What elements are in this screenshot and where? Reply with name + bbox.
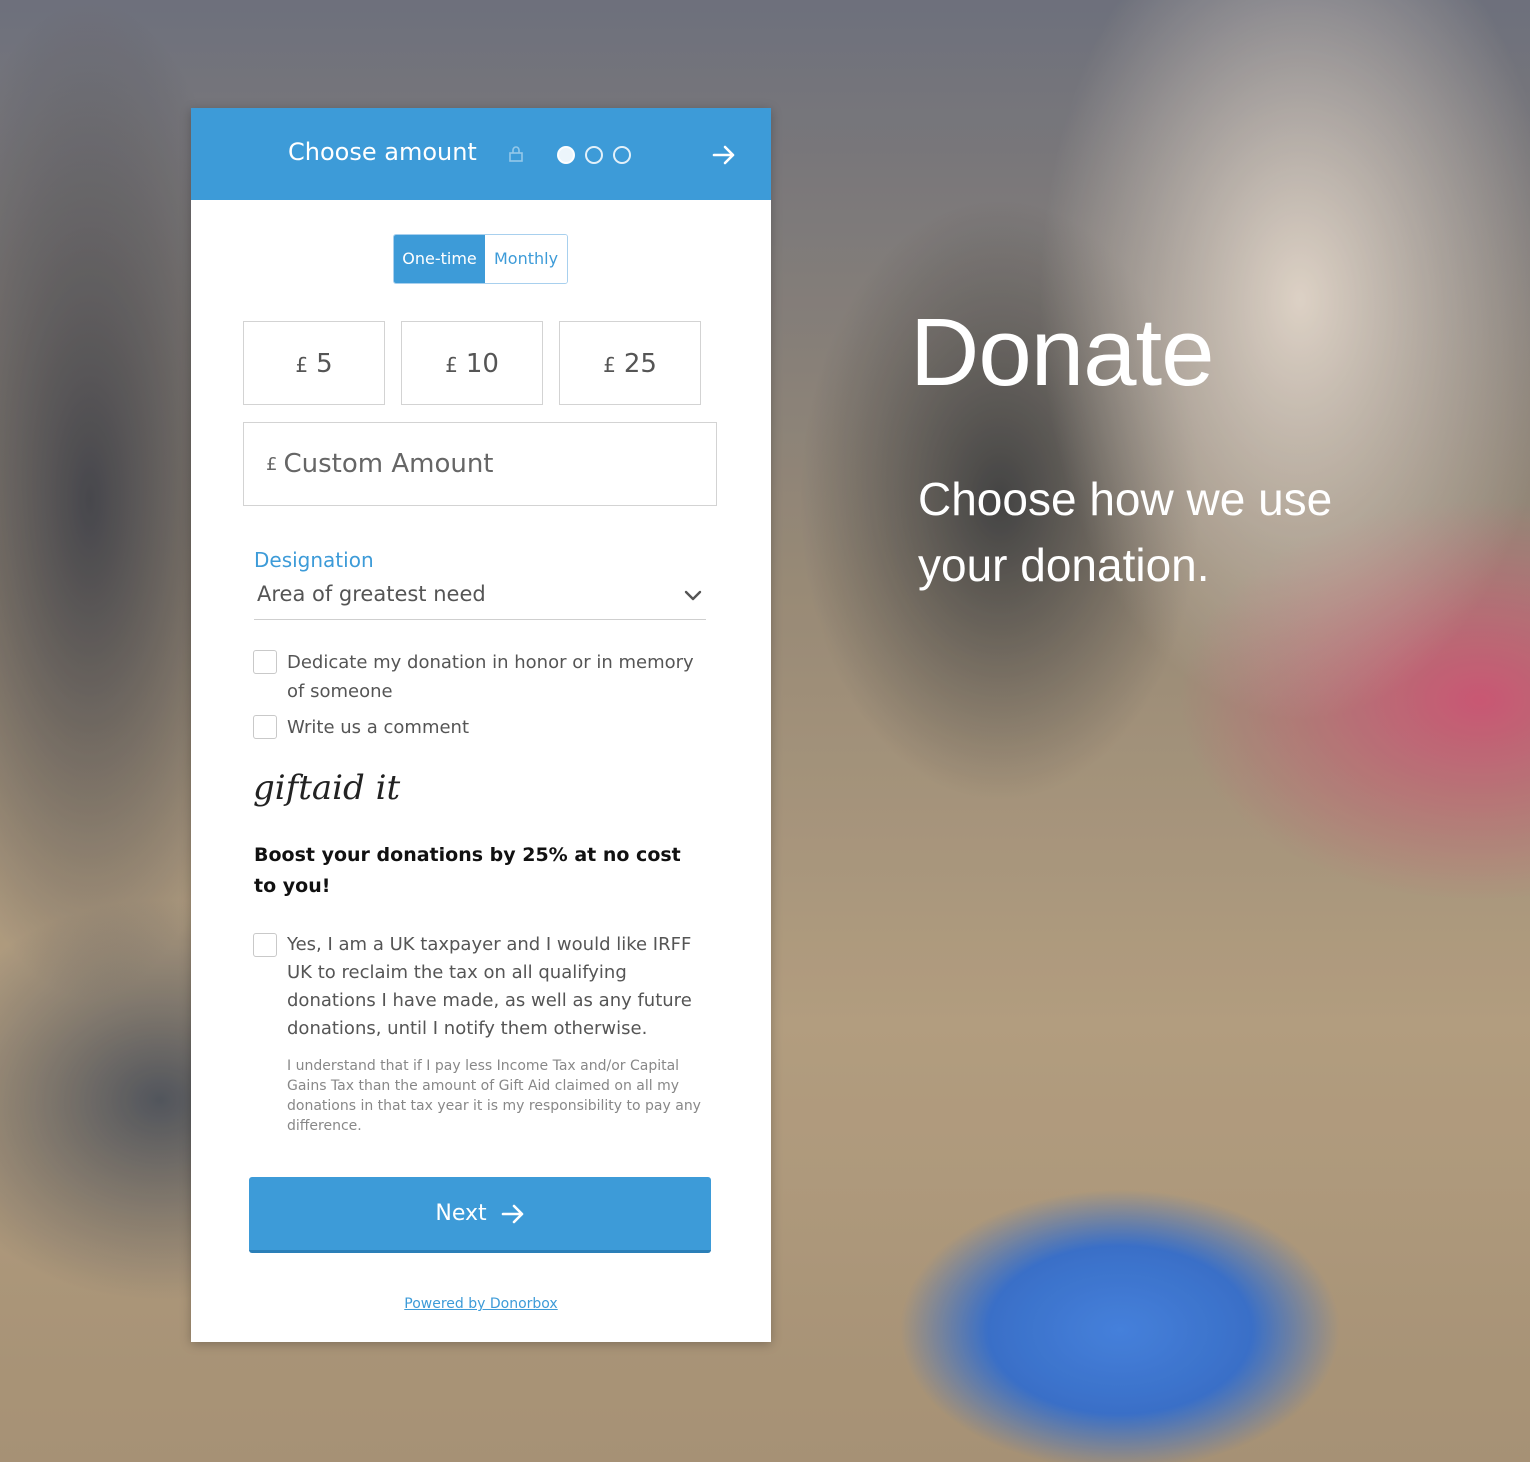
step-dot-3	[613, 146, 631, 164]
powered-by-link[interactable]: Powered by Donorbox	[191, 1296, 771, 1312]
giftaid-consent-label: Yes, I am a UK taxpayer and I would like…	[287, 934, 692, 1039]
dedicate-option: Dedicate my donation in honor or in memo…	[253, 648, 703, 706]
form-header: Choose amount	[191, 108, 771, 200]
step-dot-2	[585, 146, 603, 164]
donation-form: Choose amount One-time Monthly £5 £10 £2…	[191, 108, 771, 1342]
next-label: Next	[435, 1201, 487, 1226]
designation-value: Area of greatest need	[257, 582, 486, 606]
giftaid-logo: giftaid it	[253, 768, 401, 808]
currency-symbol: £	[445, 353, 458, 377]
next-button[interactable]: Next	[249, 1177, 711, 1253]
frequency-toggle: One-time Monthly	[393, 234, 568, 284]
amount-button-2[interactable]: £10	[401, 321, 543, 405]
comment-option: Write us a comment	[253, 713, 703, 742]
one-time-button[interactable]: One-time	[394, 235, 485, 283]
lock-icon	[509, 146, 523, 162]
currency-symbol: £	[295, 353, 309, 377]
currency-symbol: £	[603, 353, 616, 377]
amount-button-1[interactable]: £5	[243, 321, 385, 405]
comment-checkbox[interactable]	[253, 715, 277, 739]
custom-amount-field: £	[243, 422, 717, 506]
step-dot-1	[557, 146, 575, 164]
chevron-down-icon	[684, 590, 702, 601]
hero-title: Donate	[910, 299, 1215, 406]
custom-amount-input[interactable]	[283, 449, 684, 479]
giftaid-disclaimer: I understand that if I pay less Income T…	[287, 1058, 701, 1134]
giftaid-checkbox[interactable]	[253, 933, 277, 957]
dedicate-label: Dedicate my donation in honor or in memo…	[287, 652, 694, 702]
designation-label: Designation	[254, 548, 374, 572]
dedicate-checkbox[interactable]	[253, 650, 277, 674]
giftaid-boost-text: Boost your donations by 25% at no cost t…	[254, 844, 681, 897]
comment-label: Write us a comment	[287, 717, 470, 738]
hero-subtitle: Choose how we use your donation.	[918, 472, 1333, 591]
amount-value: 25	[623, 349, 657, 379]
step-indicator	[557, 146, 631, 164]
giftaid-option: Yes, I am a UK taxpayer and I would like…	[253, 931, 703, 1043]
hero: Donate Choose how we use your donation.	[910, 300, 1378, 598]
currency-symbol: £	[266, 453, 278, 475]
designation-select[interactable]: Area of greatest need	[254, 582, 706, 620]
amount-button-3[interactable]: £25	[559, 321, 701, 405]
form-title: Choose amount	[288, 138, 477, 166]
monthly-button[interactable]: Monthly	[485, 235, 567, 283]
arrow-right-icon	[501, 1204, 523, 1223]
amount-value: 5	[316, 349, 333, 379]
arrow-right-icon[interactable]	[711, 142, 737, 168]
amount-value: 10	[465, 349, 499, 379]
